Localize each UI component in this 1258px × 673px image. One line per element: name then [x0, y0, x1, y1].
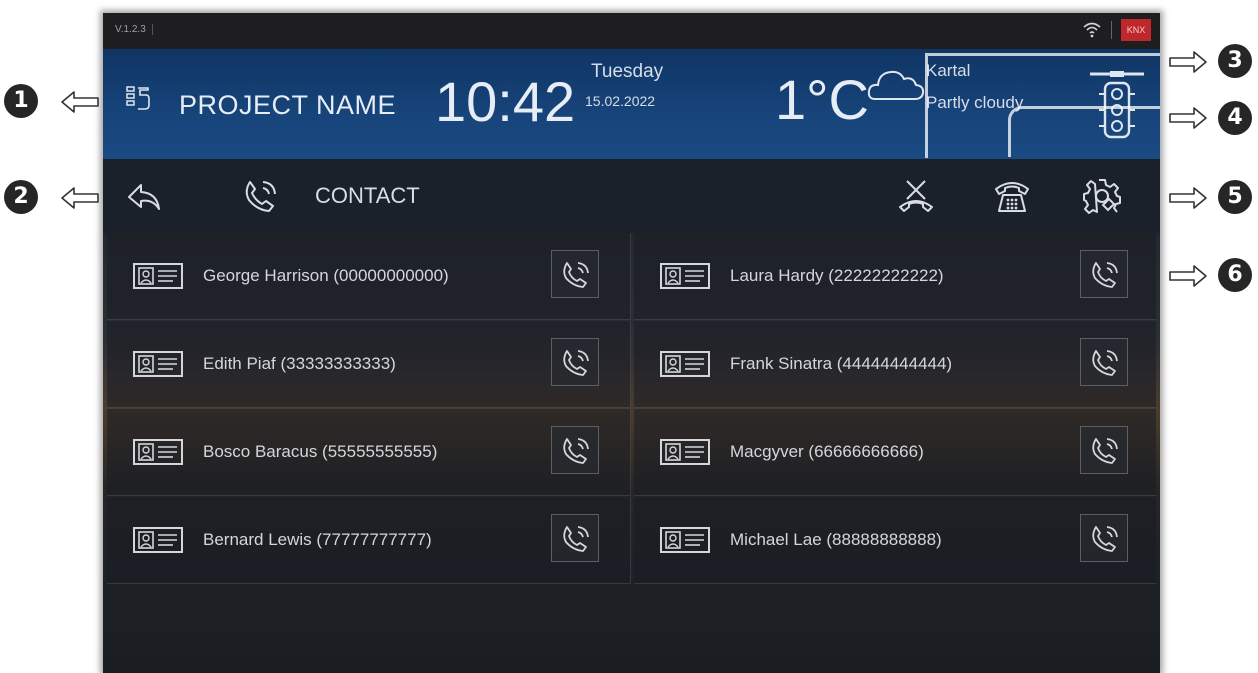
call-button[interactable]	[1080, 426, 1128, 474]
intercom-phone-icon[interactable]	[993, 177, 1031, 215]
status-divider	[1111, 21, 1112, 39]
contact-card-icon	[133, 527, 183, 553]
contact-name: Bosco Baracus (55555555555)	[203, 442, 438, 461]
call-button[interactable]	[551, 250, 599, 298]
contact-name: George Harrison (00000000000)	[203, 266, 449, 285]
toolbar: CONTACT	[103, 159, 1160, 233]
contact-row[interactable]: Bosco Baracus (55555555555)	[107, 409, 631, 496]
phone-icon	[245, 181, 276, 212]
callout-3-arrow-icon	[1169, 51, 1207, 73]
contact-row[interactable]: Bernard Lewis (77777777777)	[107, 497, 631, 584]
status-bar: V.1.2.3 KNX	[103, 13, 1160, 49]
contact-card-icon	[133, 351, 183, 377]
page-title: CONTACT	[315, 183, 420, 208]
back-arrow-icon[interactable]	[125, 177, 163, 215]
callout-2-arrow-icon	[61, 187, 99, 209]
contact-list: George Harrison (00000000000) Laura Hardy…	[103, 233, 1160, 673]
contact-row[interactable]: Frank Sinatra (44444444444)	[634, 321, 1156, 408]
callout-6: 6	[1218, 258, 1252, 292]
contact-name: Edith Piaf (33333333333)	[203, 354, 396, 373]
call-button[interactable]	[1080, 338, 1128, 386]
contact-card-icon	[133, 439, 183, 465]
contact-row[interactable]: George Harrison (00000000000)	[107, 233, 631, 320]
settings-gear-icon[interactable]	[1083, 177, 1121, 215]
callout-1-arrow-icon	[61, 91, 99, 113]
contact-card-icon	[133, 263, 183, 289]
call-button[interactable]	[551, 514, 599, 562]
contact-card-icon	[660, 263, 710, 289]
contact-row[interactable]: Macgyver (66666666666)	[634, 409, 1156, 496]
callout-5-arrow-icon	[1169, 187, 1207, 209]
contact-row[interactable]: Edith Piaf (33333333333)	[107, 321, 631, 408]
clock-time: 10:42	[435, 70, 576, 133]
contact-name: Bernard Lewis (77777777777)	[203, 530, 432, 549]
project-icon[interactable]	[125, 84, 151, 114]
contact-name: Macgyver (66666666666)	[730, 442, 924, 461]
callout-1: 1	[4, 84, 38, 118]
temperature: 1°C	[775, 68, 869, 131]
project-name: PROJECT NAME	[179, 90, 397, 120]
hang-up-icon[interactable]	[897, 177, 935, 215]
cloud-icon	[867, 70, 925, 100]
callout-4-leader	[1008, 106, 1160, 157]
day-label: Tuesday	[591, 61, 664, 82]
call-button[interactable]	[551, 338, 599, 386]
contact-row[interactable]: Michael Lae (88888888888)	[634, 497, 1156, 584]
call-button[interactable]	[1080, 250, 1128, 298]
callout-4: 4	[1218, 101, 1252, 135]
wifi-icon	[1083, 22, 1101, 38]
version-label: V.1.2.3	[115, 24, 153, 35]
contact-name: Michael Lae (88888888888)	[730, 530, 942, 549]
contact-name: Laura Hardy (22222222222)	[730, 266, 944, 285]
call-button[interactable]	[551, 426, 599, 474]
callout-5: 5	[1218, 180, 1252, 214]
contact-name: Frank Sinatra (44444444444)	[730, 354, 953, 373]
call-button[interactable]	[1080, 514, 1128, 562]
contact-card-icon	[660, 527, 710, 553]
callout-4-arrow-icon	[1169, 107, 1207, 129]
callout-6-arrow-icon	[1169, 265, 1207, 287]
intercom-screen: V.1.2.3 KNX PROJECT NAME 10:42 Tuesday 1…	[103, 13, 1160, 673]
contact-row[interactable]: Laura Hardy (22222222222)	[634, 233, 1156, 320]
callout-3: 3	[1218, 44, 1252, 78]
date-label: 15.02.2022	[585, 93, 656, 109]
contact-card-icon	[660, 439, 710, 465]
contact-card-icon	[660, 351, 710, 377]
knx-badge: KNX	[1121, 19, 1151, 41]
callout-2: 2	[4, 180, 38, 214]
